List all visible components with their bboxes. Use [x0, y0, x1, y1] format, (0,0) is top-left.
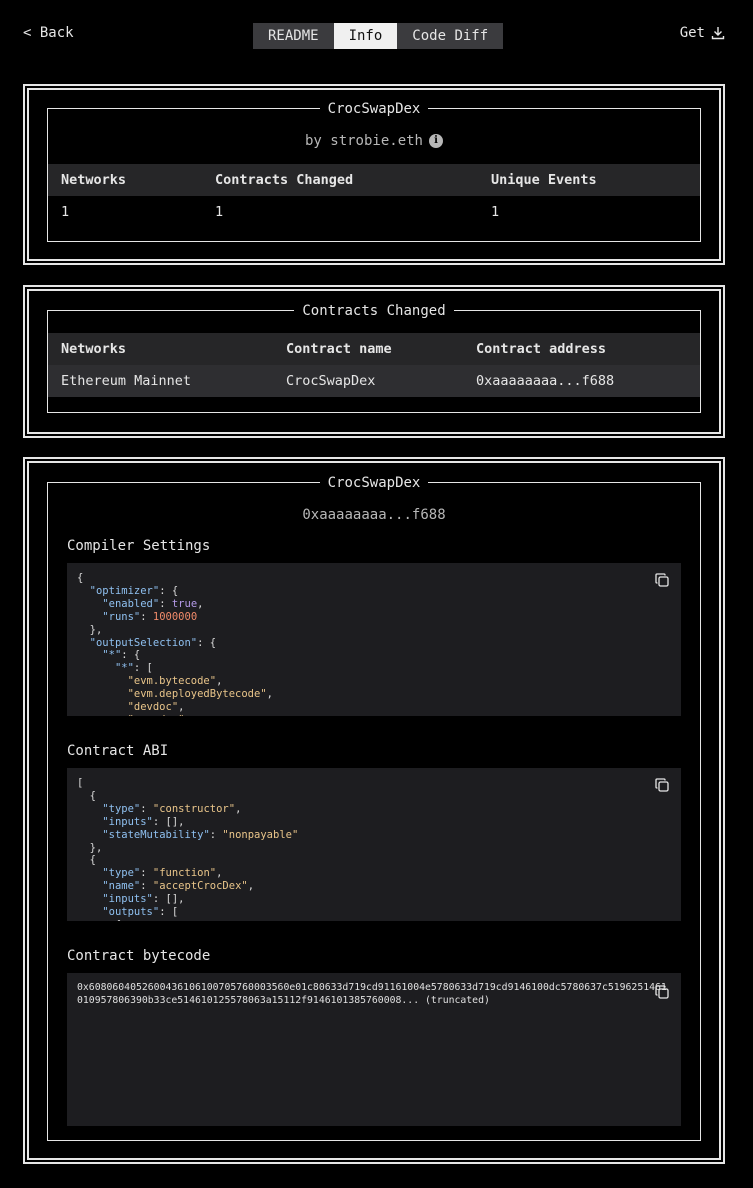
back-button[interactable]: < Back	[23, 25, 74, 41]
summary-card: CrocSwapDex by strobie.eth i Networks Con…	[23, 84, 725, 265]
bytecode-text: 0x6080604052600436106100705760003560e01c…	[77, 982, 667, 1006]
header-contract-address: Contract address	[463, 333, 700, 365]
value-contracts-changed: 1	[215, 204, 224, 220]
table-row[interactable]: Ethereum Mainnet CrocSwapDex 0xaaaaaaaa.…	[48, 365, 700, 397]
copy-icon[interactable]	[655, 985, 669, 999]
contract-abi-title: Contract ABI	[67, 743, 169, 759]
tab-info[interactable]: Info	[333, 23, 398, 49]
cell-network: Ethereum Mainnet	[48, 365, 273, 397]
author-line: by strobie.eth i	[48, 133, 700, 149]
download-icon	[711, 27, 725, 40]
copy-icon[interactable]	[655, 778, 669, 792]
contracts-changed-title: Contracts Changed	[294, 303, 454, 319]
compiler-settings-title: Compiler Settings	[67, 538, 211, 554]
top-bar: < Back README Info Code Diff Get	[0, 0, 753, 70]
tab-bar: README Info Code Diff	[253, 23, 504, 49]
contract-details-card: CrocSwapDex 0xaaaaaaaa...f688 Compiler S…	[23, 457, 725, 1164]
cell-contract-address[interactable]: 0xaaaaaaaa...f688	[463, 365, 700, 397]
contract-address: 0xaaaaaaaa...f688	[302, 507, 446, 523]
copy-icon[interactable]	[655, 573, 669, 587]
contract-bytecode-code: 0x6080604052600436106100705760003560e01c…	[67, 973, 681, 1126]
compiler-settings-code: { "optimizer": { "enabled": true, "runs"…	[67, 563, 681, 716]
contracts-changed-card: Contracts Changed Networks Contract name…	[23, 285, 725, 438]
header-networks: Networks	[48, 164, 202, 196]
header-contracts-changed: Contracts Changed	[202, 164, 478, 196]
header-unique-events: Unique Events	[478, 164, 700, 196]
author-text: by strobie.eth	[304, 133, 423, 149]
value-unique-events: 1	[491, 204, 500, 220]
contracts-table: Networks Contract name Contract address …	[48, 333, 700, 397]
value-networks: 1	[61, 204, 70, 220]
summary-table: Networks Contracts Changed Unique Events…	[48, 164, 700, 228]
get-button[interactable]: Get	[680, 25, 725, 41]
info-icon[interactable]: i	[429, 134, 443, 148]
summary-panel: CrocSwapDex by strobie.eth i Networks Con…	[47, 101, 701, 242]
contract-details-panel: CrocSwapDex 0xaaaaaaaa...f688 Compiler S…	[47, 475, 701, 1141]
contract-title: CrocSwapDex	[319, 475, 429, 491]
get-label: Get	[679, 25, 705, 41]
contract-bytecode-title: Contract bytecode	[67, 948, 211, 964]
tab-readme[interactable]: README	[253, 23, 334, 49]
cell-contract-name: CrocSwapDex	[273, 365, 463, 397]
summary-title: CrocSwapDex	[319, 101, 429, 117]
header-networks: Networks	[48, 333, 273, 365]
header-contract-name: Contract name	[273, 333, 463, 365]
contract-abi-code: [ { "type": "constructor", "inputs": [],…	[67, 768, 681, 921]
tab-code-diff[interactable]: Code Diff	[397, 23, 504, 49]
contracts-changed-panel: Contracts Changed Networks Contract name…	[47, 303, 701, 413]
